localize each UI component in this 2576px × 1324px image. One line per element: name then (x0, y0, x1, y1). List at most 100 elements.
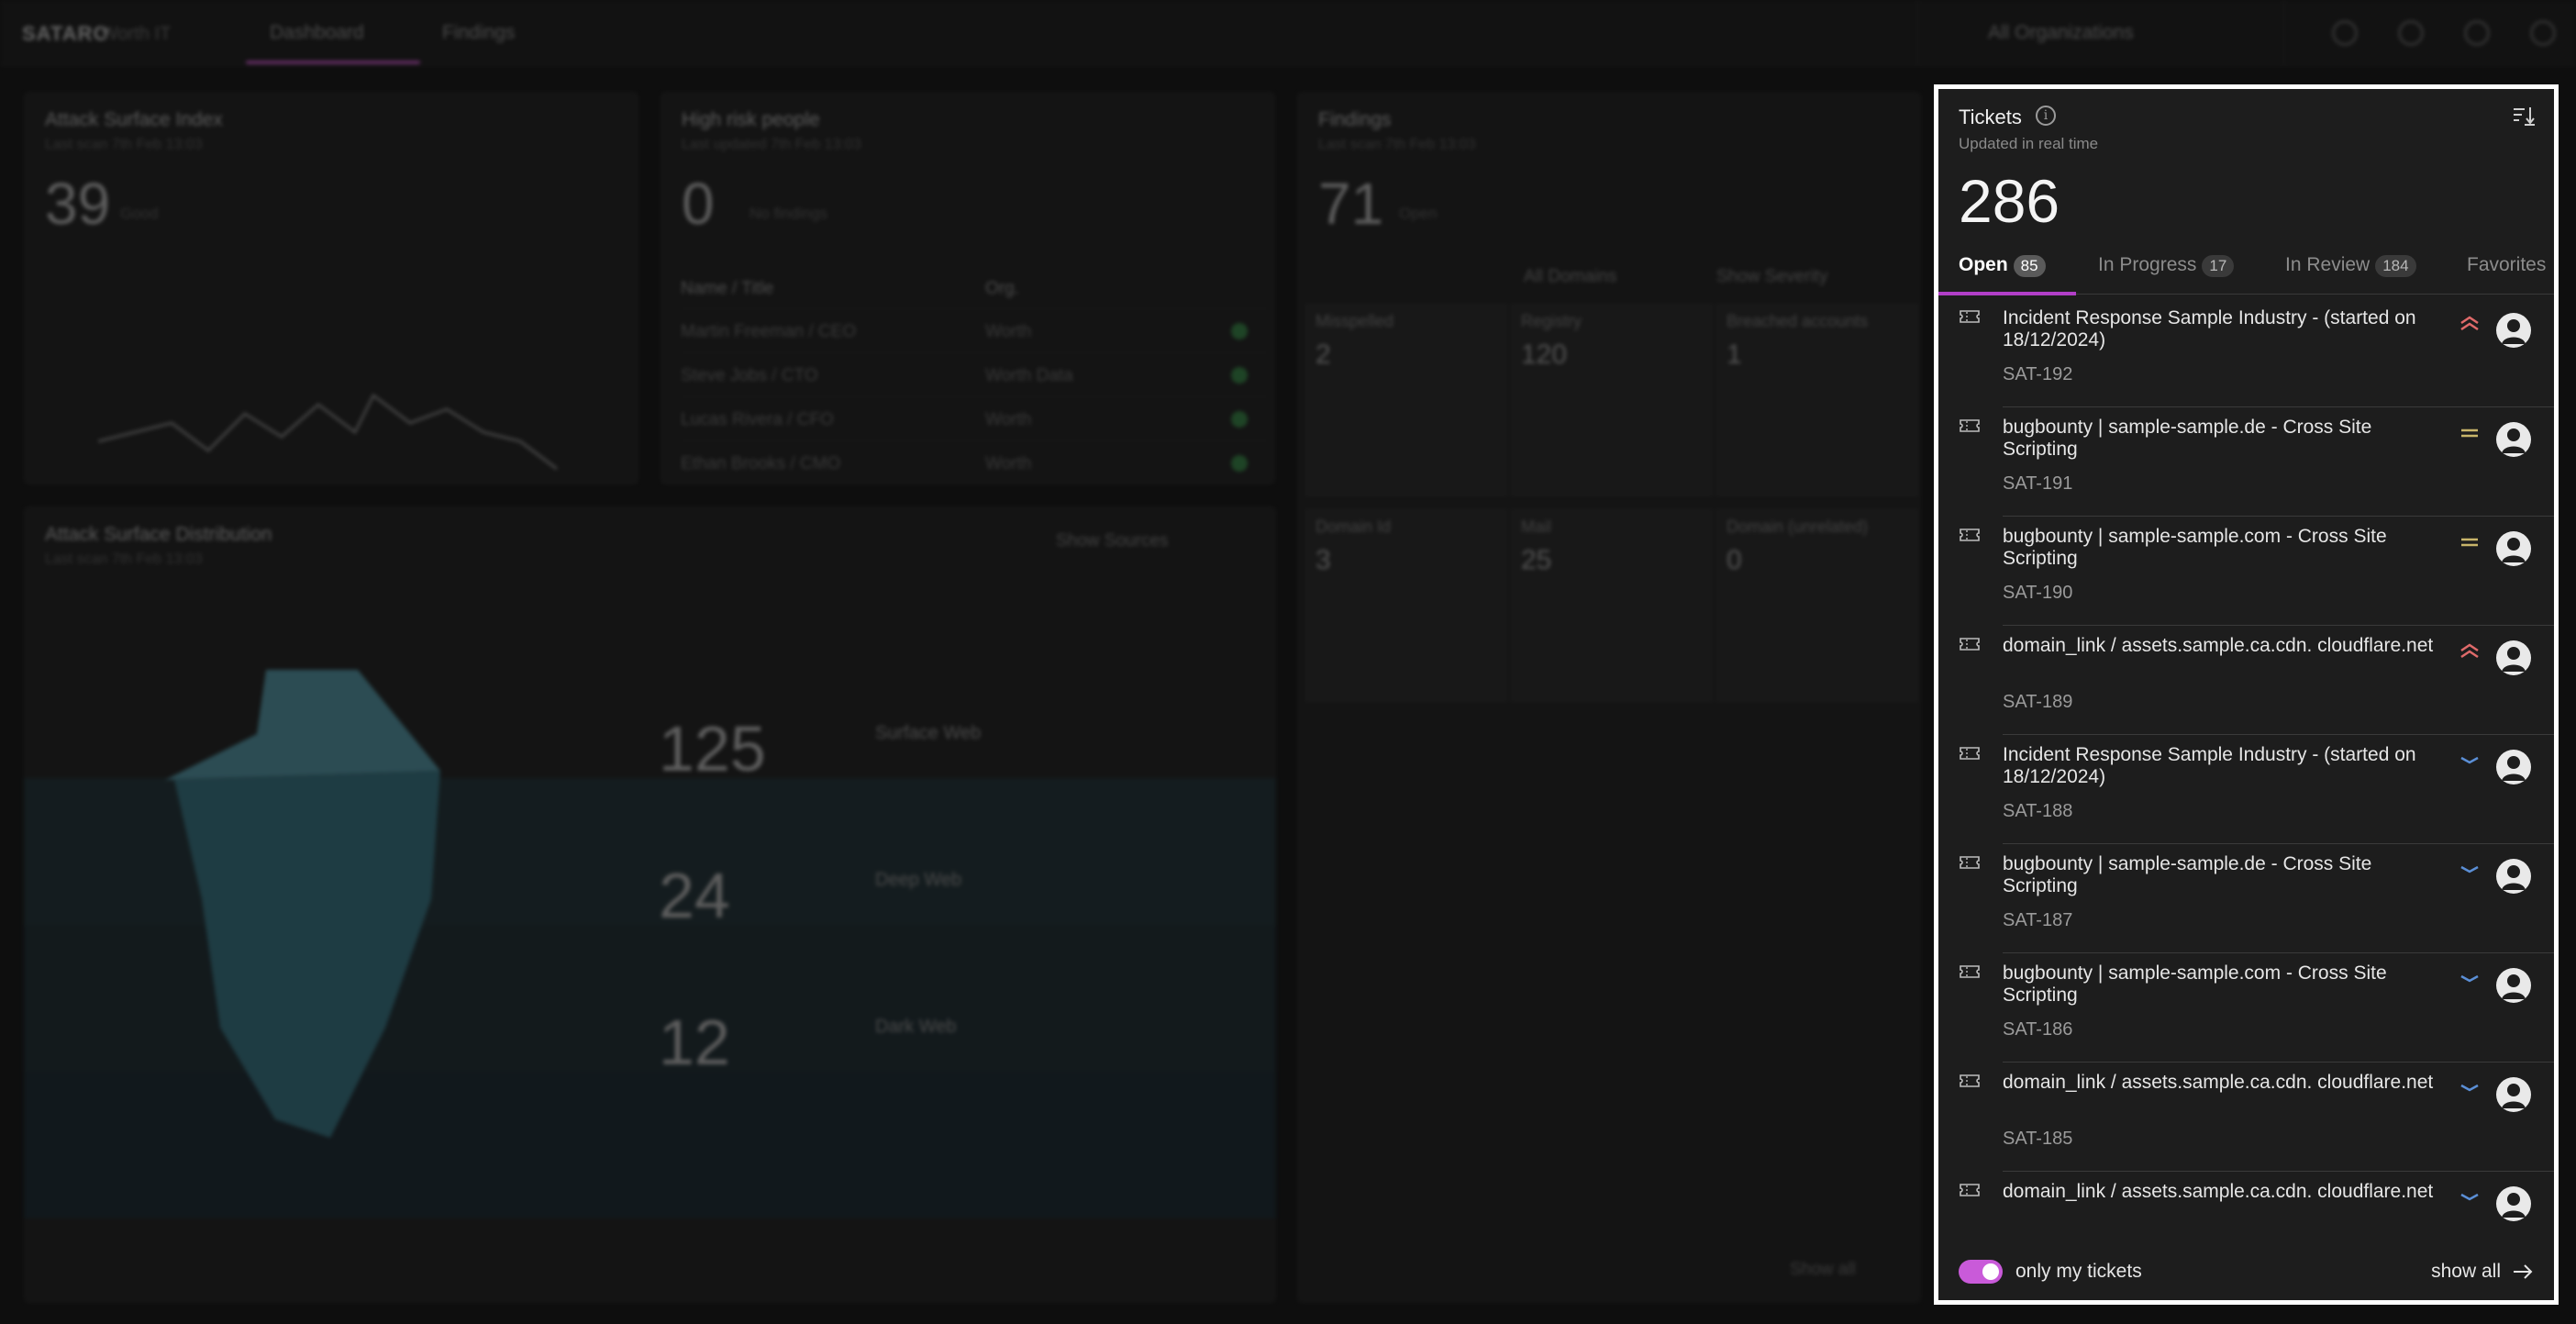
table-row[interactable]: Ethan Brooks / CMO Worth (681, 440, 1268, 484)
card-value: 0 (682, 171, 715, 237)
ticket-id: SAT-192 (2003, 364, 2073, 384)
ticket-title: Incident Response Sample Industry - (sta… (2003, 744, 2416, 787)
priority-low-icon (2460, 974, 2479, 983)
priority-highest-icon (2460, 316, 2479, 331)
column-header: Name / Title (681, 279, 774, 298)
ticket-icon (1960, 638, 1980, 651)
table-row[interactable]: Steve Jobs / CTO Worth Data (681, 352, 1268, 396)
ticket-row[interactable]: bugbounty | sample-sample.com - Cross Si… (1938, 517, 2554, 626)
index-trend-line (98, 393, 558, 471)
assignee-avatar[interactable] (2496, 1186, 2531, 1221)
user-avatar-icon (2502, 1084, 2526, 1108)
table-row[interactable]: Martin Freeman / CEO Worth (681, 308, 1268, 352)
priority-medium-icon (2461, 538, 2478, 547)
tile-value: 25 (1521, 545, 1552, 575)
attack-surface-index-card: Attack Surface Index Last scan 7th Feb 1… (24, 92, 638, 484)
nav-dashboard[interactable]: Dashboard (270, 22, 364, 44)
ticket-row[interactable]: bugbounty | sample-sample.com - Cross Si… (1938, 953, 2554, 1063)
person-name: Ethan Brooks / CMO (681, 454, 841, 473)
ticket-icon (1960, 965, 1980, 978)
ticket-row[interactable]: Incident Response Sample Industry - (sta… (1938, 735, 2554, 844)
person-name: Martin Freeman / CEO (681, 322, 857, 341)
person-org: Worth (985, 410, 1032, 429)
tab-count-badge: 184 (2375, 255, 2416, 277)
priority-low-icon (2460, 1084, 2479, 1092)
finding-tile[interactable]: Breached accounts 1 (1716, 304, 1918, 496)
assignee-avatar[interactable] (2496, 750, 2531, 784)
ticket-row[interactable]: domain_link / assets.sample.ca.cdn. clou… (1938, 626, 2554, 735)
priority-highest-icon (2460, 643, 2479, 659)
person-name: Steve Jobs / CTO (681, 366, 818, 385)
user-icon[interactable] (2530, 20, 2556, 46)
finding-tile[interactable]: Mail 25 (1511, 509, 1713, 702)
table-row[interactable]: Lucas Rivera / CFO Worth (681, 396, 1268, 440)
ticket-row[interactable]: domain_link / assets.sample.ca.cdn. clou… (1938, 1063, 2554, 1172)
priority-low-icon (2460, 756, 2479, 764)
tab-label: Open (1959, 254, 2008, 275)
gear-icon[interactable] (2464, 20, 2490, 46)
nav-findings[interactable]: Findings (442, 22, 515, 44)
priority-low-icon (2460, 1193, 2479, 1201)
ticket-id: SAT-186 (2003, 1019, 2073, 1040)
domain-filter[interactable]: All Domains (1524, 267, 1616, 287)
assignee-avatar[interactable] (2496, 531, 2531, 566)
user-avatar-icon (2502, 647, 2526, 672)
assignee-avatar[interactable] (2496, 859, 2531, 894)
organization-select[interactable]: All Organizations (1917, 0, 2284, 66)
tile-label: Domain Id (1316, 517, 1392, 536)
tile-value: 0 (1727, 545, 1742, 575)
finding-tile[interactable]: Domain Id 3 (1305, 509, 1507, 702)
tile-value: 1 (1727, 339, 1742, 370)
surface-web-count: 125 (659, 713, 766, 784)
tab-label: In Progress (2098, 254, 2197, 275)
ticket-list: Incident Response Sample Industry - (sta… (1938, 298, 2554, 1300)
person-org: Worth (985, 322, 1032, 341)
table-header: Name / Title Org. (681, 266, 1268, 310)
tab-label: Favorites (2467, 254, 2547, 275)
person-org: Worth (985, 454, 1032, 473)
person-name: Lucas Rivera / CFO (681, 410, 834, 429)
findings-card: Findings Last scan 7th Feb 13:03 71 Open… (1297, 92, 1921, 1303)
tab-favorites[interactable]: Favorites (2467, 254, 2546, 276)
ticket-row[interactable]: bugbounty | sample-sample.de - Cross Sit… (1938, 407, 2554, 517)
ticket-icon (1960, 1074, 1980, 1087)
finding-tile[interactable]: Domain (unrelated) 0 (1716, 509, 1918, 702)
ticket-title: bugbounty | sample-sample.com - Cross Si… (2003, 962, 2387, 1006)
assignee-avatar[interactable] (2496, 1077, 2531, 1112)
organization-select-value: All Organizations (1988, 22, 2134, 43)
surface-web-label: Surface Web (875, 723, 982, 743)
search-icon[interactable] (2332, 20, 2358, 46)
top-navigation-bar: SATARO Worth IT Dashboard Findings All O… (0, 0, 2576, 66)
sort-icon[interactable] (2512, 104, 2536, 128)
card-note: No findings (749, 205, 828, 222)
assignee-avatar[interactable] (2496, 313, 2531, 348)
finding-tile[interactable]: Misspelled 2 (1305, 304, 1507, 496)
assignee-avatar[interactable] (2496, 968, 2531, 1003)
deep-web-count: 24 (659, 860, 730, 931)
brand-logo: SATARO (22, 22, 110, 45)
toggle-knob (1982, 1263, 1999, 1280)
only-my-tickets-label: only my tickets (2015, 1261, 2142, 1282)
show-all-link[interactable]: show all (2431, 1261, 2501, 1283)
tab-in-progress[interactable]: In Progress 17 (2098, 254, 2235, 277)
tab-open[interactable]: Open 85 (1959, 254, 2046, 277)
findings-show-all-link[interactable]: Show all (1790, 1260, 1856, 1280)
only-my-tickets-toggle[interactable] (1959, 1260, 2003, 1284)
assignee-avatar[interactable] (2496, 422, 2531, 457)
bell-icon[interactable] (2398, 20, 2424, 46)
finding-tile[interactable]: Registry 120 (1511, 304, 1713, 496)
tab-in-review[interactable]: In Review 184 (2285, 254, 2416, 277)
info-icon[interactable]: i (2036, 106, 2056, 126)
card-title: Attack Surface Index (45, 109, 223, 130)
panel-footer: only my tickets show all (1938, 1243, 2554, 1300)
assignee-avatar[interactable] (2496, 640, 2531, 675)
card-unit: Good (120, 205, 159, 222)
card-title: Attack Surface Distribution (45, 524, 272, 545)
tile-label: Mail (1521, 517, 1552, 536)
ticket-row[interactable]: Incident Response Sample Industry - (sta… (1938, 298, 2554, 407)
ticket-title: bugbounty | sample-sample.com - Cross Si… (2003, 526, 2387, 569)
dark-web-label: Dark Web (875, 1017, 957, 1037)
arrow-right-icon[interactable] (2512, 1262, 2534, 1282)
ticket-row[interactable]: bugbounty | sample-sample.de - Cross Sit… (1938, 844, 2554, 953)
deep-web-label: Deep Web (875, 870, 962, 890)
